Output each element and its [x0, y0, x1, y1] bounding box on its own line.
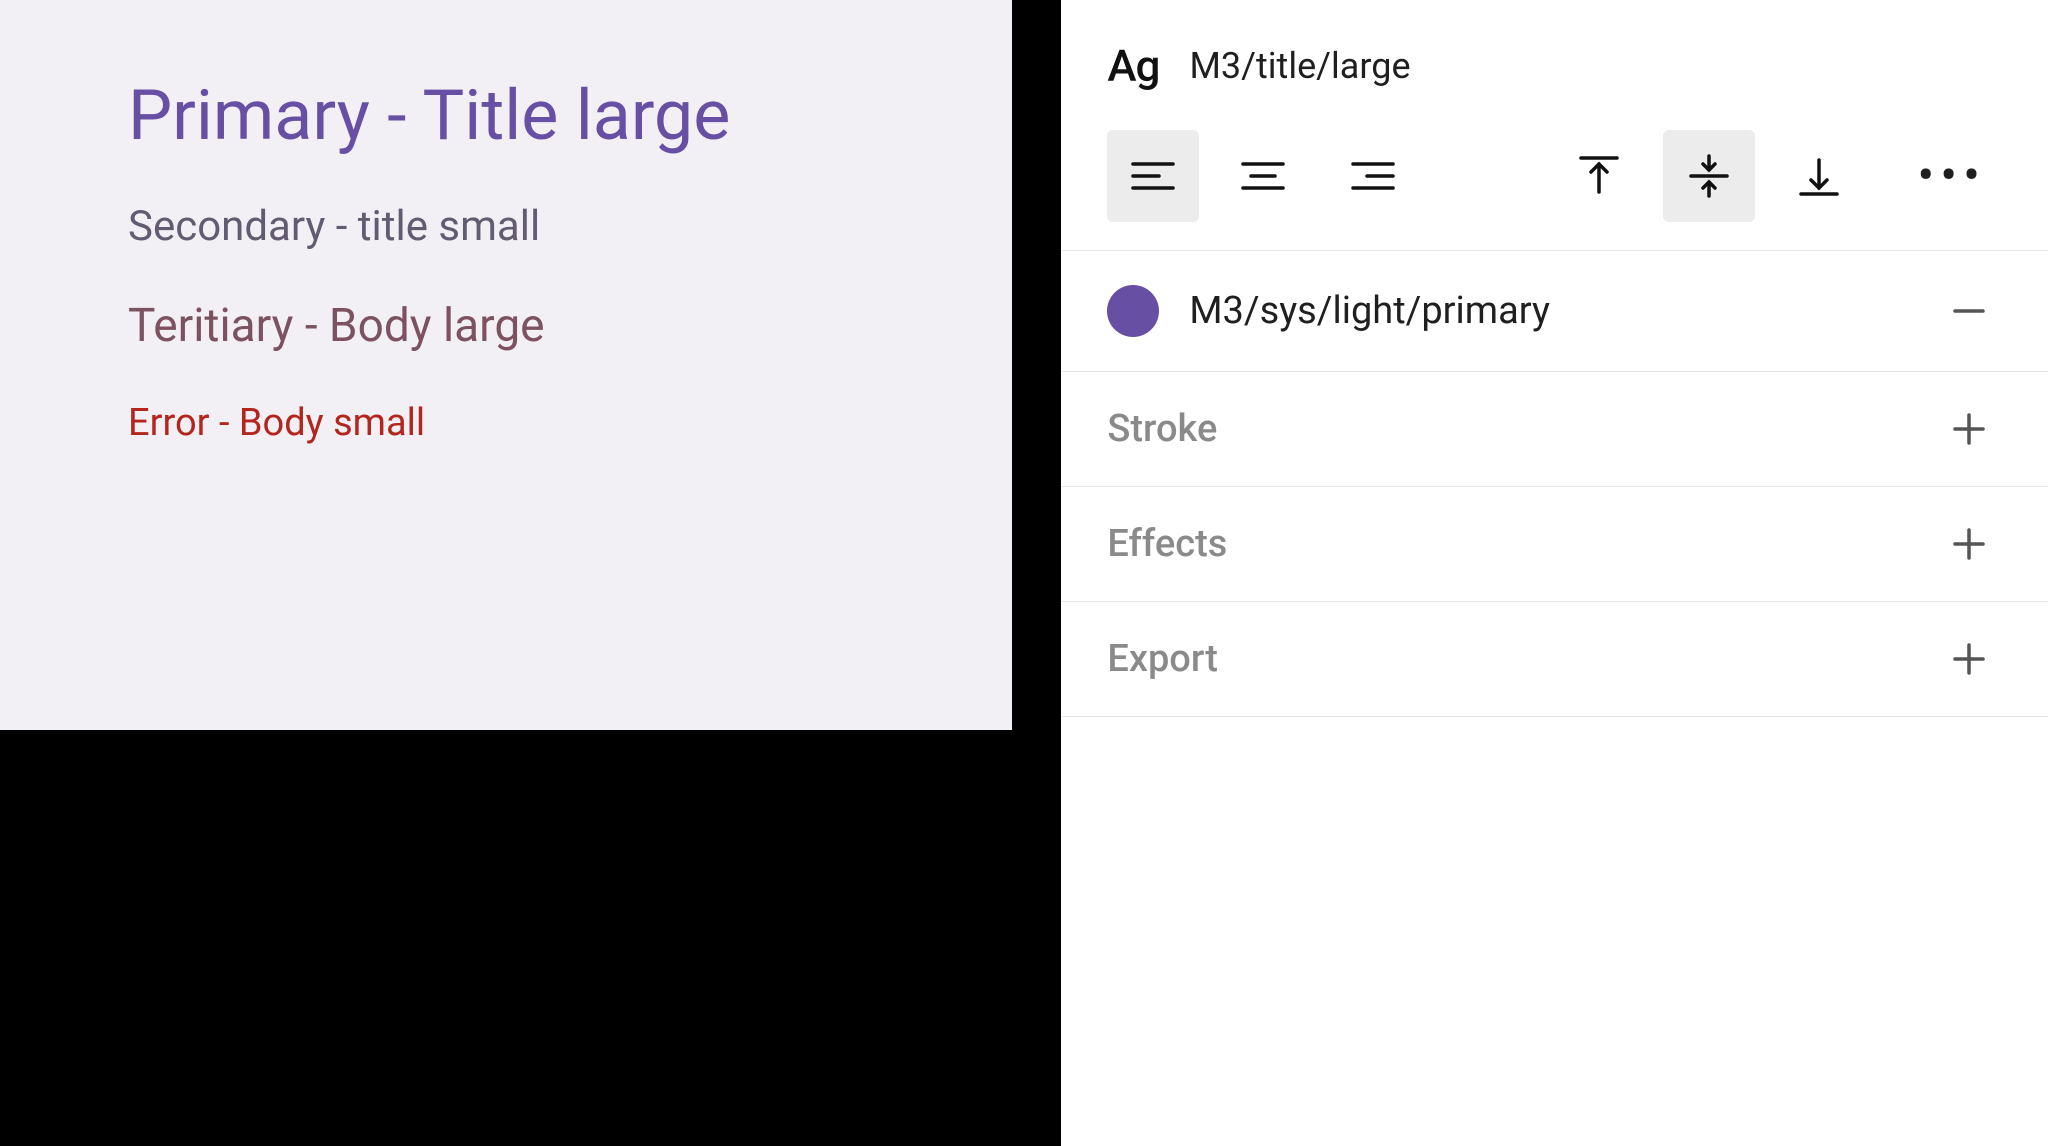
export-label: Export	[1107, 637, 1218, 681]
text-align-left-icon[interactable]	[1107, 130, 1199, 222]
add-stroke-icon[interactable]	[1946, 406, 1992, 452]
text-tertiary-body-large[interactable]: Teritiary - Body large	[128, 299, 922, 353]
fill-color-swatch[interactable]	[1107, 285, 1159, 337]
fill-style-name: M3/sys/light/primary	[1189, 289, 1550, 333]
text-style-name: M3/title/large	[1190, 45, 1411, 87]
add-effect-icon[interactable]	[1946, 521, 1992, 567]
export-section: Export	[1061, 602, 2048, 717]
text-style-row[interactable]: Ag M3/title/large	[1107, 40, 2002, 92]
effects-section: Effects	[1061, 487, 2048, 602]
vertical-align-top-icon[interactable]	[1553, 130, 1645, 222]
text-secondary-title-small[interactable]: Secondary - title small	[128, 202, 922, 251]
alignment-toolbar: •••	[1107, 130, 2002, 222]
stroke-section: Stroke	[1061, 372, 2048, 487]
text-align-right-icon[interactable]	[1327, 130, 1419, 222]
vertical-align-middle-icon[interactable]	[1663, 130, 1755, 222]
canvas-area[interactable]: Primary - Title large Secondary - title …	[0, 0, 1058, 1146]
effects-label: Effects	[1107, 522, 1227, 566]
add-export-icon[interactable]	[1946, 636, 1992, 682]
stroke-label: Stroke	[1107, 407, 1217, 451]
fill-section: M3/sys/light/primary	[1061, 251, 2048, 372]
text-style-section: Ag M3/title/large	[1061, 0, 2048, 251]
remove-fill-icon[interactable]	[1946, 288, 1992, 334]
text-primary-title-large[interactable]: Primary - Title large	[128, 80, 922, 154]
more-type-options-icon[interactable]: •••	[1901, 147, 2002, 205]
text-error-body-small[interactable]: Error - Body small	[128, 401, 922, 445]
text-style-chip-icon: Ag	[1107, 40, 1159, 92]
design-frame[interactable]: Primary - Title large Secondary - title …	[0, 0, 1012, 730]
inspector-panel: Ag M3/title/large	[1058, 0, 2048, 1146]
vertical-align-bottom-icon[interactable]	[1773, 130, 1865, 222]
text-align-center-icon[interactable]	[1217, 130, 1309, 222]
